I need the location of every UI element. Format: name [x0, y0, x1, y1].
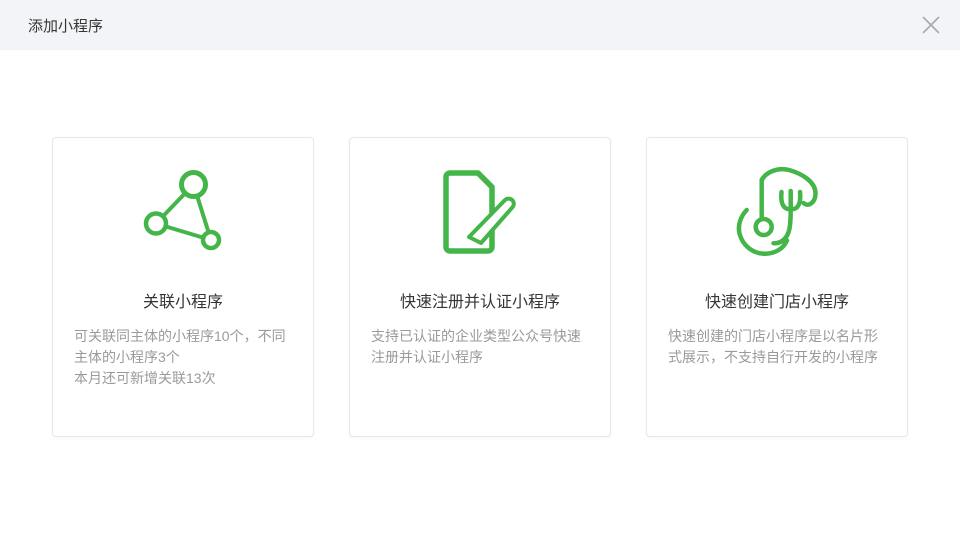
card-description-line: 支持已认证的企业类型公众号快速注册并认证小程序	[371, 326, 590, 368]
dialog-header: 添加小程序	[0, 0, 960, 50]
card-title: 快速创建门店小程序	[647, 292, 907, 314]
card-register-miniprogram[interactable]: 快速注册并认证小程序 支持已认证的企业类型公众号快速注册并认证小程序	[349, 137, 611, 437]
card-store-miniprogram[interactable]: 快速创建门店小程序 快速创建的门店小程序是以名片形式展示，不支持自行开发的小程序	[646, 137, 908, 437]
store-fork-icon	[647, 162, 907, 262]
card-title: 快速注册并认证小程序	[350, 292, 610, 314]
card-description: 可关联同主体的小程序10个，不同主体的小程序3个 本月还可新增关联13次	[74, 326, 293, 389]
close-icon[interactable]	[922, 16, 940, 34]
card-title: 关联小程序	[53, 292, 313, 314]
card-row: 关联小程序 可关联同主体的小程序10个，不同主体的小程序3个 本月还可新增关联1…	[0, 50, 960, 437]
card-link-miniprogram[interactable]: 关联小程序 可关联同主体的小程序10个，不同主体的小程序3个 本月还可新增关联1…	[52, 137, 314, 437]
card-description-line: 可关联同主体的小程序10个，不同主体的小程序3个	[74, 326, 293, 368]
register-document-icon	[350, 162, 610, 262]
card-description-line: 本月还可新增关联13次	[74, 368, 293, 389]
card-description-line: 快速创建的门店小程序是以名片形式展示，不支持自行开发的小程序	[668, 326, 887, 368]
dialog-title: 添加小程序	[28, 15, 103, 36]
card-description: 快速创建的门店小程序是以名片形式展示，不支持自行开发的小程序	[668, 326, 887, 368]
add-miniprogram-dialog: 添加小程序 关联小程序 可关联同主体的小程	[0, 0, 960, 548]
link-network-icon	[53, 162, 313, 262]
card-description: 支持已认证的企业类型公众号快速注册并认证小程序	[371, 326, 590, 368]
